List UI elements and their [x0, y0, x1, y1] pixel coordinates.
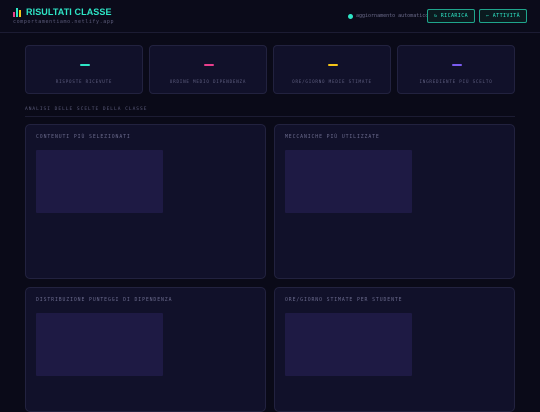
stat-label: INGREDIENTE PIÙ SCELTO — [419, 79, 493, 84]
page-title: RISULTATI CLASSE — [26, 7, 112, 17]
stat-accent-bar — [328, 64, 338, 66]
site-url: comportamentiamo.netlify.app — [13, 19, 115, 25]
refresh-button[interactable]: ↻ RICARICA — [427, 9, 475, 23]
panel-mechanics: MECCANICHE PIÙ UTILIZZATE — [274, 124, 515, 279]
activity-button[interactable]: ← ATTIVITÀ — [479, 9, 527, 23]
stat-card-responses: RISPOSTE RICEVUTE — [25, 45, 143, 94]
stat-card-ingredient: INGREDIENTE PIÙ SCELTO — [397, 45, 515, 94]
chart-placeholder — [285, 150, 412, 213]
stat-accent-bar — [80, 64, 90, 66]
bar-chart-icon — [13, 7, 23, 17]
app-header: RISULTATI CLASSE comportamentiamo.netlif… — [0, 0, 540, 33]
panel-title: MECCANICHE PIÙ UTILIZZATE — [285, 135, 380, 140]
panel-hours-per-student: ORE/GIORNO STIMATE PER STUDENTE — [274, 287, 515, 412]
auto-update-indicator: aggiornamento automatico — [348, 13, 428, 19]
stat-card-hours: ORE/GIORNO MEDIE STIMATE — [273, 45, 391, 94]
stat-label: ORE/GIORNO MEDIE STIMATE — [292, 79, 372, 84]
panel-score-distribution: DISTRIBUZIONE PUNTEGGI DI DIPENDENZA — [25, 287, 266, 412]
auto-update-label: aggiornamento automatico — [356, 13, 429, 19]
chart-placeholder — [285, 313, 412, 376]
chart-placeholder — [36, 150, 163, 213]
live-dot-icon — [348, 13, 353, 19]
panel-contents: CONTENUTI PIÙ SELEZIONATI — [25, 124, 266, 279]
stat-label: RISPOSTE RICEVUTE — [55, 79, 113, 84]
stat-card-dependency: ORDINE MEDIO DIPENDENZA — [149, 45, 267, 94]
panel-title: CONTENUTI PIÙ SELEZIONATI — [36, 135, 131, 140]
panel-title: DISTRIBUZIONE PUNTEGGI DI DIPENDENZA — [36, 298, 173, 303]
section-title: ANALISI DELLE SCELTE DELLA CLASSE — [25, 107, 148, 112]
stat-accent-bar — [204, 64, 214, 66]
section-divider — [25, 116, 515, 117]
app-logo: RISULTATI CLASSE — [13, 7, 112, 17]
stat-label: ORDINE MEDIO DIPENDENZA — [169, 79, 247, 84]
panel-title: ORE/GIORNO STIMATE PER STUDENTE — [285, 298, 403, 303]
stat-accent-bar — [452, 64, 462, 66]
chart-placeholder — [36, 313, 163, 376]
